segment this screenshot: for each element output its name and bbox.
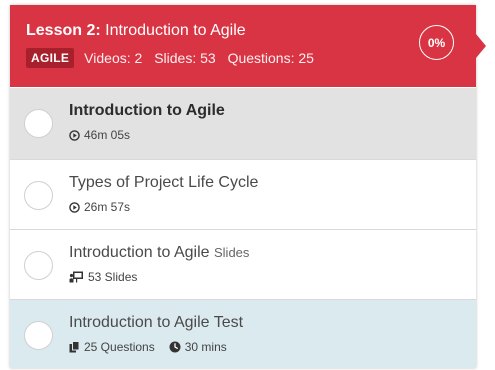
lesson-item[interactable]: Introduction to Agile 46m 05s — [10, 88, 476, 159]
lesson-title: Lesson 2: Introduction to Agile — [26, 22, 246, 40]
slides-text: 53 Slides — [88, 270, 138, 284]
item-duration: 26m 57s — [69, 200, 130, 214]
category-badge: AGILE — [26, 48, 75, 68]
presentation-icon — [69, 271, 83, 283]
video-count: Videos: 2 — [84, 50, 143, 66]
question-count: Questions: 25 — [227, 50, 314, 66]
play-circle-icon — [69, 129, 80, 141]
item-slides: 53 Slides — [69, 270, 137, 284]
lesson-header[interactable] — [10, 5, 476, 87]
item-title-text: Introduction to Agile — [69, 244, 210, 261]
slide-count: Slides: 53 — [154, 50, 216, 66]
item-type-label: Slides — [214, 245, 250, 260]
item-test-meta: 25 Questions 30 mins — [69, 340, 227, 354]
lesson-meta: AGILE Videos: 2 Slides: 53 Questions: 25 — [26, 48, 322, 68]
completion-radio[interactable] — [24, 109, 53, 138]
item-title: Types of Project Life Cycle — [69, 174, 259, 191]
lesson-item[interactable]: Introduction to Agile Test 25 Questions … — [10, 299, 476, 368]
copy-icon — [69, 341, 80, 353]
completion-radio[interactable] — [24, 251, 53, 280]
play-circle-icon — [69, 201, 80, 213]
item-duration: 46m 05s — [69, 128, 130, 142]
lesson-stats: Videos: 2 Slides: 53 Questions: 25 — [84, 50, 322, 66]
header-arrow-pointer — [476, 34, 486, 58]
progress-indicator: 0% — [419, 25, 454, 60]
item-title: Introduction to Agile — [69, 102, 225, 119]
item-title: Introduction to Agile Test — [69, 314, 244, 331]
duration-text: 46m 05s — [84, 128, 131, 142]
lesson-number: Lesson 2: — [26, 22, 101, 39]
questions-text: 25 Questions — [84, 340, 155, 354]
time-limit-text: 30 mins — [184, 340, 227, 354]
item-title: Introduction to Agile Slides — [69, 244, 249, 262]
lesson-name: Introduction to Agile — [105, 22, 246, 39]
lesson-item[interactable]: Introduction to Agile Slides 53 Slides — [10, 229, 476, 299]
completion-radio[interactable] — [24, 321, 53, 350]
clock-icon — [169, 341, 181, 353]
duration-text: 26m 57s — [84, 200, 131, 214]
completion-radio[interactable] — [24, 181, 53, 210]
lesson-item[interactable]: Types of Project Life Cycle 26m 57s — [10, 159, 476, 229]
